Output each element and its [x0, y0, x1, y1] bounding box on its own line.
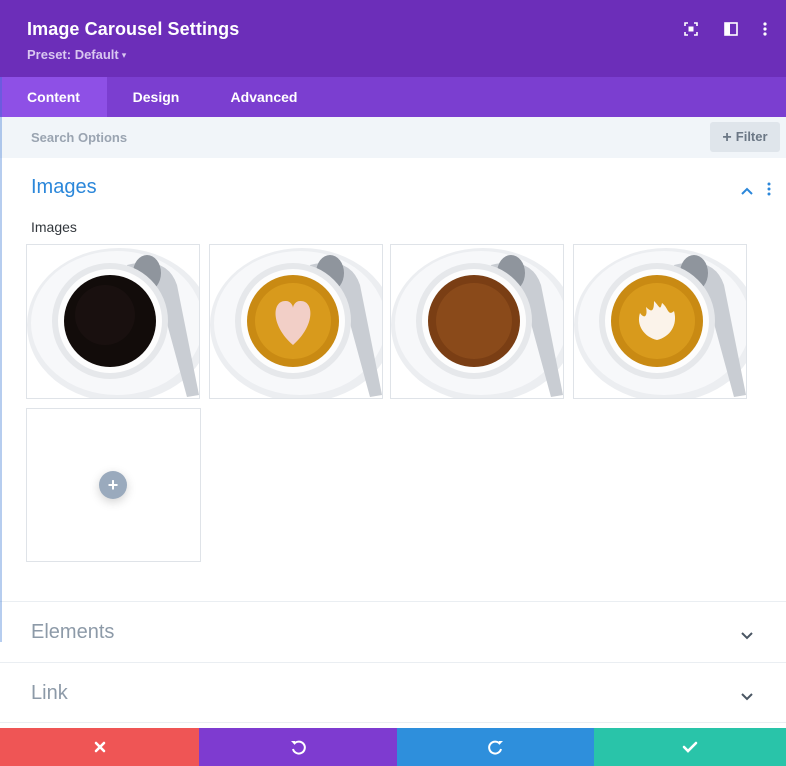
check-icon: [682, 741, 698, 753]
undo-button[interactable]: [199, 728, 397, 766]
save-button[interactable]: [594, 728, 786, 766]
section-divider: [0, 662, 786, 663]
section-title-images[interactable]: Images: [31, 176, 97, 199]
sidebar-toggle-icon[interactable]: [722, 20, 740, 38]
filter-label: Filter: [735, 129, 768, 144]
filter-button[interactable]: + Filter: [710, 122, 780, 152]
section-title-link[interactable]: Link: [31, 682, 68, 705]
modal-footer: [0, 728, 786, 766]
add-image-button[interactable]: +: [99, 471, 127, 499]
search-bar: +Filter: [0, 117, 786, 158]
tab-content[interactable]: Content: [0, 77, 107, 117]
add-image-tile[interactable]: +: [26, 408, 201, 562]
section-options-icon[interactable]: [764, 181, 774, 197]
undo-icon: [291, 740, 306, 755]
search-input[interactable]: [0, 117, 700, 158]
tab-bar: Content Design Advanced: [0, 77, 786, 117]
tab-design[interactable]: Design: [107, 77, 205, 117]
gallery-image-latte-tulip[interactable]: [573, 244, 747, 399]
images-field-label: Images: [31, 219, 77, 235]
chevron-up-icon[interactable]: [740, 183, 754, 195]
settings-modal: Image Carousel Settings Preset: Default ▾: [0, 0, 786, 766]
tab-advanced[interactable]: Advanced: [205, 77, 323, 117]
chevron-down-icon[interactable]: [740, 628, 754, 640]
plus-icon: +: [722, 129, 732, 146]
modal-title: Image Carousel Settings: [27, 19, 240, 39]
modal-header: Image Carousel Settings Preset: Default ▾: [0, 0, 786, 77]
gallery-image-americano[interactable]: [390, 244, 564, 399]
section-divider: [0, 722, 786, 723]
more-options-icon[interactable]: [756, 20, 774, 38]
expand-icon[interactable]: [682, 20, 700, 38]
redo-icon: [487, 740, 503, 755]
gallery-image-black-coffee[interactable]: [26, 244, 200, 399]
preset-label: Preset: Default: [27, 47, 119, 62]
gallery-image-latte-heart[interactable]: [209, 244, 383, 399]
discard-button[interactable]: [0, 728, 199, 766]
builder-edge: [0, 77, 2, 642]
caret-down-icon: ▾: [121, 50, 127, 60]
close-icon: [94, 741, 105, 753]
section-title-elements[interactable]: Elements: [31, 621, 114, 644]
section-divider: [0, 601, 786, 602]
chevron-down-icon[interactable]: [740, 689, 754, 701]
preset-selector[interactable]: Preset: Default ▾: [27, 47, 126, 62]
redo-button[interactable]: [397, 728, 594, 766]
